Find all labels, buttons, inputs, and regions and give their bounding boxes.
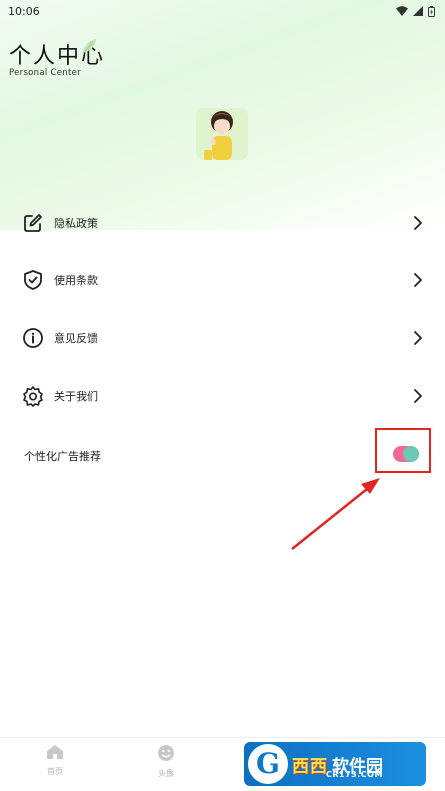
signal-icon (413, 6, 423, 16)
status-bar: 10:06 (0, 0, 445, 22)
home-icon (47, 745, 63, 759)
shield-icon (24, 270, 42, 290)
status-time: 10:06 (8, 4, 40, 18)
watermark-url: CR173.COM (326, 770, 383, 779)
menu-item-label: 使用条款 (54, 274, 98, 287)
edit-icon (24, 214, 42, 232)
battery-icon (428, 5, 435, 17)
watermark-c-icon: G (248, 744, 288, 784)
nav-tab-label: 头像 (158, 769, 174, 778)
chevron-right-icon (414, 273, 422, 287)
info-icon (23, 328, 43, 348)
menu-item-feedback[interactable]: 意见反馈 (0, 309, 445, 367)
menu-item-label: 意见反馈 (54, 332, 98, 345)
watermark-brand: 西西 (292, 756, 328, 777)
menu-item-about-us[interactable]: 关于我们 (0, 367, 445, 425)
smile-icon (158, 745, 174, 761)
menu-item-terms-of-use[interactable]: 使用条款 (0, 251, 445, 309)
watermark-logo: G 西西 软件园 CR173.COM (244, 742, 426, 786)
avatar[interactable] (196, 108, 248, 160)
nav-tab-home[interactable]: 首页 (30, 744, 80, 777)
wifi-icon (396, 6, 408, 16)
menu-item-label: 关于我们 (54, 390, 98, 403)
leaf-icon (82, 39, 96, 54)
nav-tab-avatar[interactable]: 头像 (141, 744, 191, 779)
personalized-ads-toggle[interactable] (393, 446, 419, 462)
toggle-knob (403, 446, 419, 462)
page-subtitle: Personal Center (9, 68, 81, 78)
gear-icon (23, 386, 43, 407)
menu-item-privacy-policy[interactable]: 隐私政策 (0, 194, 445, 252)
menu-item-label: 隐私政策 (54, 217, 98, 230)
chevron-right-icon (414, 216, 422, 230)
avatar-illustration (196, 108, 248, 160)
nav-tab-label: 首页 (47, 767, 63, 776)
chevron-right-icon (414, 331, 422, 345)
chevron-right-icon (414, 389, 422, 403)
personalized-ads-label: 个性化广告推荐 (24, 450, 101, 463)
